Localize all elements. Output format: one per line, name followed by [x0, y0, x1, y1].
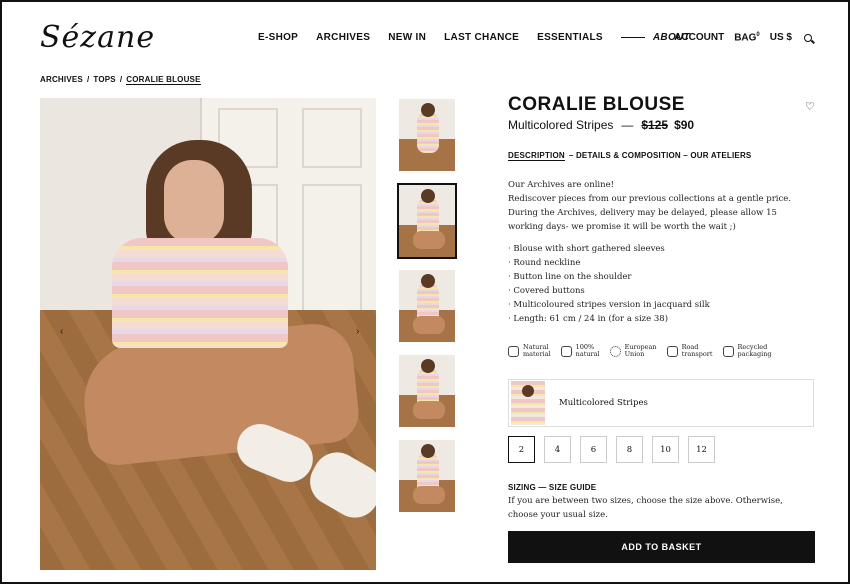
feature-label: transport — [681, 350, 713, 358]
thumb-head — [421, 444, 435, 458]
list-item: Round neckline — [508, 256, 814, 270]
feature-label: Union — [624, 350, 645, 358]
old-price: $125 — [641, 118, 669, 132]
header-utilities: ACCOUNT BAG0 US $ — [664, 32, 812, 43]
truck-icon — [666, 345, 678, 357]
size-option[interactable]: 6 — [580, 436, 607, 463]
feature-100-natural: 100% natural — [560, 344, 600, 358]
next-image-icon[interactable]: › — [356, 326, 359, 337]
feature-label: material — [523, 350, 551, 358]
feature-recycled-packaging: Recycled packaging — [722, 344, 772, 358]
size-option[interactable]: 10 — [652, 436, 679, 463]
nav-item-last-chance[interactable]: LAST CHANCE — [444, 32, 519, 43]
size-option[interactable]: 12 — [688, 436, 715, 463]
size-option[interactable]: 4 — [544, 436, 571, 463]
product-title: CORALIE BLOUSE — [508, 94, 685, 115]
breadcrumb-tops[interactable]: TOPS — [93, 75, 115, 85]
breadcrumb-separator: / — [119, 75, 123, 84]
feature-european-union: European Union — [609, 344, 657, 358]
size-option[interactable]: 2 — [508, 436, 535, 463]
feature-label: natural — [575, 350, 600, 358]
bag-link[interactable]: BAG0 — [734, 32, 760, 43]
thumbnail-5[interactable] — [399, 440, 455, 512]
model-face — [164, 160, 224, 244]
size-option[interactable]: 8 — [616, 436, 643, 463]
account-link[interactable]: ACCOUNT — [674, 32, 724, 43]
thumb-head — [421, 359, 435, 373]
color-option-name: Multicolored Stripes — [559, 398, 648, 408]
thumb-legs — [413, 316, 445, 334]
list-item: Button line on the shoulder — [508, 270, 814, 284]
thumb-head — [421, 274, 435, 288]
color-swatch-image — [511, 381, 545, 425]
thumb-legs — [413, 231, 445, 249]
door-panel — [302, 108, 362, 168]
nav-divider — [620, 37, 645, 38]
current-price: $90 — [674, 118, 695, 132]
thumb-legs — [413, 486, 445, 504]
breadcrumb-archives[interactable]: ARCHIVES — [40, 75, 83, 85]
product-subtitle: Multicolored Stripes — $125 $90 — [508, 118, 694, 132]
thumbnail-4[interactable] — [399, 355, 455, 427]
feature-natural-material: Natural material — [508, 344, 551, 358]
tab-details-ateliers[interactable]: – DETAILS & COMPOSITION – OUR ATELIERS — [569, 151, 752, 161]
main-nav: E-SHOP ARCHIVES NEW IN LAST CHANCE ESSEN… — [258, 32, 708, 43]
thumb-blouse — [417, 113, 439, 153]
add-to-basket-button[interactable]: ADD TO BASKET — [508, 531, 815, 563]
leaf-icon — [560, 345, 572, 357]
nav-item-archives[interactable]: ARCHIVES — [316, 32, 370, 43]
brand-logo[interactable]: Sézane — [40, 20, 155, 55]
nav-item-eshop[interactable]: E-SHOP — [258, 32, 298, 43]
color-option[interactable]: Multicolored Stripes — [508, 379, 814, 427]
price-dash: — — [621, 118, 634, 132]
list-item: Blouse with short gathered sleeves — [508, 242, 814, 256]
list-item: Multicoloured stripes version in jacquar… — [508, 298, 814, 312]
product-color: Multicolored Stripes — [508, 118, 614, 132]
door-panel — [302, 184, 362, 314]
thumb-head — [421, 189, 435, 203]
nav-item-essentials[interactable]: ESSENTIALS — [537, 32, 603, 43]
product-bullets: Blouse with short gathered sleeves Round… — [508, 242, 814, 326]
breadcrumb-current[interactable]: CORALIE BLOUSE — [126, 75, 201, 85]
list-item: Covered buttons — [508, 284, 814, 298]
search-icon[interactable] — [804, 33, 812, 42]
size-selector: 2 4 6 8 10 12 — [508, 436, 724, 463]
thumbnail-3[interactable] — [399, 270, 455, 342]
leaf-icon — [508, 345, 519, 357]
page-frame: Sézane E-SHOP ARCHIVES NEW IN LAST CHANC… — [0, 0, 850, 584]
breadcrumb: ARCHIVES / TOPS / CORALIE BLOUSE — [40, 75, 205, 85]
thumb-head — [421, 103, 435, 117]
sizing-guide-link[interactable]: SIZING — SIZE GUIDE — [508, 483, 596, 492]
bag-label: BAG — [734, 32, 757, 44]
thumbnail-2[interactable] — [397, 183, 457, 259]
description-line-1: Our Archives are online! — [508, 180, 615, 190]
currency-selector[interactable]: US $ — [770, 32, 792, 43]
product-description: Our Archives are online! Rediscover piec… — [508, 178, 814, 234]
main-product-image[interactable]: ‹ › — [40, 98, 376, 570]
europe-circle-icon — [609, 345, 621, 357]
list-item: Length: 61 cm / 24 in (for a size 38) — [508, 312, 814, 326]
feature-road-transport: Road transport — [666, 344, 713, 358]
sizing-advice: If you are between two sizes, choose the… — [508, 496, 783, 520]
nav-item-new-in[interactable]: NEW IN — [388, 32, 426, 43]
description-line-2: Rediscover pieces from our previous coll… — [508, 194, 792, 232]
feature-badges: Natural material 100% natural European Unio… — [508, 344, 782, 358]
tab-description[interactable]: DESCRIPTION — [508, 151, 565, 161]
bag-count: 0 — [756, 32, 760, 38]
thumb-legs — [413, 401, 445, 419]
tag-icon — [722, 345, 734, 357]
info-tabs: DESCRIPTION – DETAILS & COMPOSITION – OU… — [508, 151, 755, 161]
thumbnail-1[interactable] — [399, 99, 455, 171]
feature-label: packaging — [737, 350, 772, 358]
breadcrumb-separator: / — [86, 75, 90, 84]
prev-image-icon[interactable]: ‹ — [60, 326, 63, 337]
model-striped-blouse — [112, 238, 288, 348]
heart-icon[interactable]: ♡ — [805, 100, 815, 113]
